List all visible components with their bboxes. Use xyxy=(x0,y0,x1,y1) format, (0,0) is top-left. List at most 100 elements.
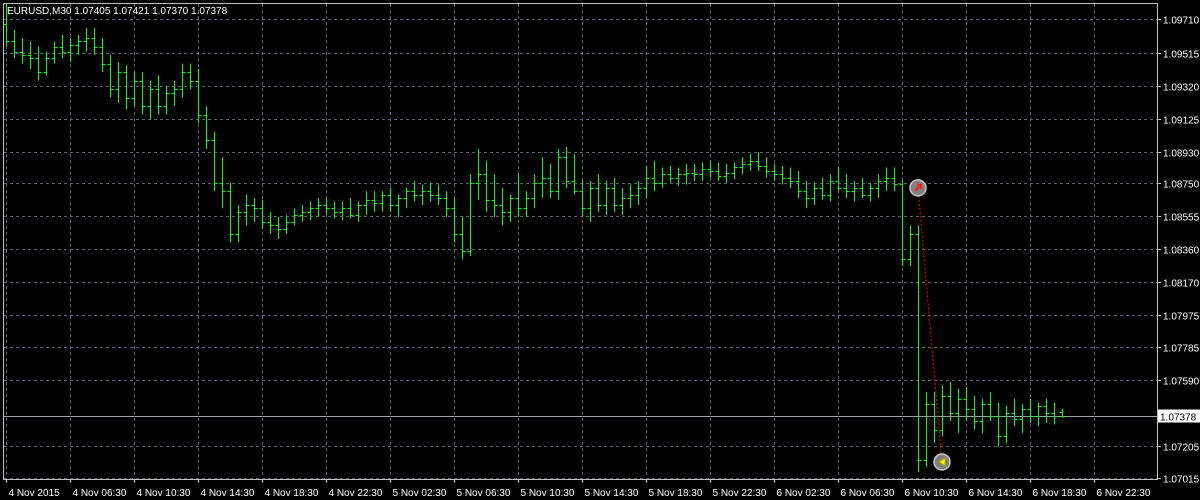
ohlc-bar xyxy=(571,153,578,195)
ohlc-bar xyxy=(659,167,666,188)
ohlc-bar xyxy=(115,61,122,103)
ohlc-bar xyxy=(859,177,866,199)
ohlc-bar xyxy=(67,38,74,62)
time-tick-label: 4 Nov 14:30 xyxy=(201,488,255,499)
ohlc-bar xyxy=(107,55,114,98)
chart-window: 1.09710 1.09515 1.09320 1.09125 1.08930 1.087… xyxy=(0,0,1200,500)
ohlc-bar xyxy=(475,148,482,200)
ohlc-bar xyxy=(99,38,106,73)
ohlc-bar xyxy=(955,388,962,434)
time-tick-label: 4 Nov 18:30 xyxy=(265,488,319,499)
ohlc-bar xyxy=(427,182,434,202)
ohlc-bar xyxy=(339,201,346,221)
ohlc-bar xyxy=(179,63,186,98)
ohlc-bar xyxy=(523,191,530,217)
time-tick-label: 4 Nov 22:30 xyxy=(329,488,383,499)
ohlc-bar xyxy=(531,174,538,209)
ohlc-bar xyxy=(19,38,26,64)
time-axis: 4 Nov 2015 4 Nov 06:30 4 Nov 10:30 4 Nov 14… xyxy=(6,479,1151,499)
ohlc-bar xyxy=(355,201,362,222)
ohlc-bar xyxy=(643,165,650,199)
ohlc-bar xyxy=(347,198,354,219)
ohlc-bar xyxy=(1043,398,1050,423)
ohlc-bar xyxy=(907,225,914,267)
ohlc-bar xyxy=(715,162,722,182)
ohlc-bar xyxy=(827,174,834,202)
ohlc-bar xyxy=(851,181,858,202)
ohlc-bar xyxy=(627,184,634,209)
time-tick-label: 5 Nov 10:30 xyxy=(521,488,575,499)
time-tick-label: 5 Nov 18:30 xyxy=(649,488,703,499)
time-tick-label: 5 Nov 22:30 xyxy=(713,488,767,499)
bars xyxy=(3,4,1066,473)
ohlc-bar xyxy=(211,131,218,192)
ohlc-bar xyxy=(451,198,458,243)
ohlc-bar xyxy=(75,34,82,56)
trade-lines xyxy=(917,187,943,463)
ohlc-bar xyxy=(267,211,274,234)
ohlc-bar xyxy=(195,68,202,124)
price-tick-label: 1.07015 xyxy=(1163,475,1200,486)
ohlc-bar xyxy=(1019,404,1026,434)
ohlc-bar xyxy=(923,392,930,468)
ohlc-bar xyxy=(51,41,58,64)
ohlc-bar xyxy=(331,201,338,219)
ohlc-bar xyxy=(443,191,450,217)
time-tick-label: 6 Nov 22:30 xyxy=(1097,488,1151,499)
ohlc-bar xyxy=(243,194,250,226)
ohlc-bar xyxy=(707,160,714,178)
symbol-info: EURUSD,M30 1.07405 1.07421 1.07370 1.073… xyxy=(7,6,228,17)
ohlc-bar xyxy=(635,181,642,205)
ohlc-bar xyxy=(491,174,498,217)
ohlc-bar xyxy=(779,165,786,185)
ohlc-bar xyxy=(563,147,570,188)
ohlc-bar xyxy=(875,174,882,199)
ohlc-bar xyxy=(547,164,554,199)
price-tick-label: 1.07785 xyxy=(1163,344,1200,355)
price-tick-label: 1.08930 xyxy=(1163,149,1200,160)
price-tick-label: 1.07590 xyxy=(1163,377,1200,388)
ohlc-bar xyxy=(251,198,258,222)
ohlc-bar xyxy=(403,187,410,209)
ohlc-bar xyxy=(131,72,138,107)
ohlc-bar xyxy=(883,167,890,192)
ohlc-bar xyxy=(91,27,98,56)
ohlc-bar xyxy=(323,198,330,216)
ohlc-bar xyxy=(915,225,922,473)
ohlc-bar xyxy=(699,162,706,182)
price-tick-label: 1.08360 xyxy=(1163,246,1200,257)
ohlc-bar xyxy=(691,164,698,182)
ohlc-bar xyxy=(283,215,290,234)
time-tick-label: 5 Nov 06:30 xyxy=(457,488,511,499)
time-tick-label: 6 Nov 18:30 xyxy=(1033,488,1087,499)
ohlc-bar xyxy=(387,187,394,212)
ohlc-bar xyxy=(307,201,314,221)
price-tick-label: 1.07205 xyxy=(1163,443,1200,454)
trade-exit-marker xyxy=(933,453,951,471)
price-chart[interactable]: 1.09710 1.09515 1.09320 1.09125 1.08930 1.087… xyxy=(0,0,1200,500)
price-tick-label: 1.09125 xyxy=(1163,116,1200,127)
time-tick-label: 5 Nov 14:30 xyxy=(585,488,639,499)
ohlc-bar xyxy=(315,198,322,217)
ohlc-bar xyxy=(1003,405,1010,444)
ohlc-bar xyxy=(811,182,818,205)
ohlc-bar xyxy=(419,184,426,205)
ohlc-bar xyxy=(723,164,730,183)
price-tick-label: 1.08750 xyxy=(1163,180,1200,191)
ohlc-bar xyxy=(595,174,602,212)
price-tick-label: 1.08555 xyxy=(1163,213,1200,224)
time-tick-label: 4 Nov 2015 xyxy=(9,488,61,499)
ohlc-bar xyxy=(763,157,770,178)
ohlc-bar xyxy=(59,34,66,59)
ohlc-bar xyxy=(155,75,162,115)
ohlc-bar xyxy=(483,160,490,212)
plot-border xyxy=(3,3,1158,480)
ohlc-bar xyxy=(947,381,954,422)
ohlc-bar xyxy=(435,184,442,205)
grid xyxy=(4,4,1157,479)
ohlc-bar xyxy=(771,164,778,182)
ohlc-bar xyxy=(467,174,474,256)
time-tick-label: 6 Nov 06:30 xyxy=(841,488,895,499)
ohlc-bar xyxy=(747,153,754,171)
time-tick-label: 6 Nov 02:30 xyxy=(777,488,831,499)
